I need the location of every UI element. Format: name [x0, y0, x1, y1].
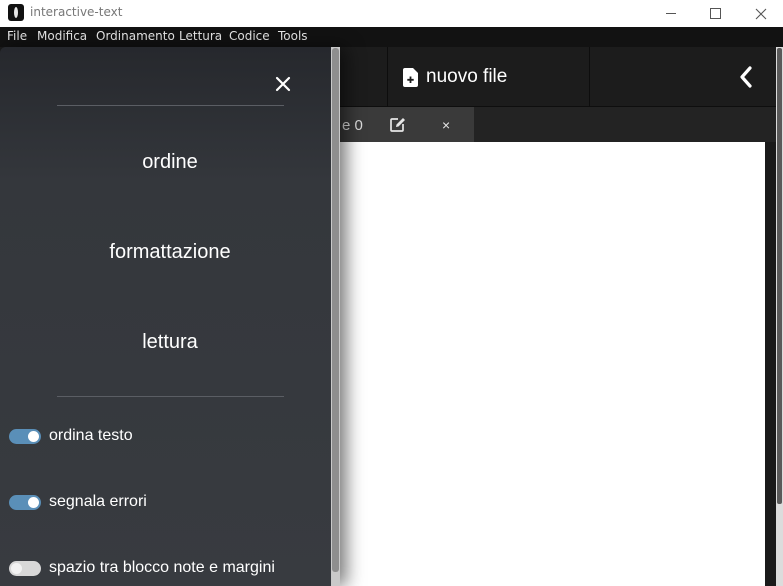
- title-bar: interactive-text: [0, 0, 783, 27]
- menu-bar: File Modifica Ordinamento Lettura Codice…: [0, 27, 783, 47]
- toggle-row-segnala-errori: segnala errori: [9, 492, 147, 512]
- tab-close-button[interactable]: ×: [442, 117, 450, 133]
- panel-close-button[interactable]: [273, 74, 293, 94]
- menu-file[interactable]: File: [7, 29, 27, 43]
- menu-modifica[interactable]: Modifica: [37, 29, 87, 43]
- toggle-row-ordina-testo: ordina testo: [9, 426, 133, 446]
- toggle-knob: [28, 430, 39, 442]
- main-scrollbar-thumb[interactable]: [777, 48, 782, 504]
- close-icon: [755, 8, 767, 19]
- text-editor[interactable]: [334, 142, 765, 586]
- app-window: interactive-text File Modifica Ordinamen…: [0, 0, 783, 586]
- ordina-testo-toggle[interactable]: [9, 428, 41, 444]
- tab-label: e 0: [342, 117, 363, 134]
- back-button[interactable]: [734, 64, 758, 90]
- chevron-left-icon: [740, 66, 752, 88]
- minimize-icon: [665, 13, 676, 14]
- spazio-margini-label: spazio tra blocco note e margini: [49, 559, 275, 576]
- panel-scrollbar-thumb[interactable]: [332, 48, 339, 572]
- menu-ordinamento[interactable]: Ordinamento: [96, 29, 175, 43]
- tab-rename-button[interactable]: [390, 117, 406, 137]
- file-plus-icon: [403, 67, 418, 87]
- section-lettura[interactable]: lettura: [0, 331, 340, 354]
- window-title: interactive-text: [30, 5, 123, 19]
- toolbar-divider: [589, 47, 590, 107]
- menu-lettura[interactable]: Lettura: [179, 29, 222, 43]
- section-ordine[interactable]: ordine: [0, 151, 340, 174]
- minimize-button[interactable]: [648, 0, 694, 27]
- edit-icon: [390, 118, 405, 132]
- panel-divider: [57, 396, 284, 397]
- menu-tools[interactable]: Tools: [278, 29, 308, 43]
- new-file-button[interactable]: nuovo file: [403, 66, 507, 88]
- ordina-testo-label: ordina testo: [49, 427, 133, 444]
- section-formattazione[interactable]: formattazione: [0, 241, 340, 264]
- segnala-errori-label: segnala errori: [49, 493, 147, 510]
- menu-codice[interactable]: Codice: [229, 29, 270, 43]
- tab-file[interactable]: e 0 ×: [334, 107, 474, 142]
- spazio-margini-toggle[interactable]: [9, 560, 41, 576]
- app-logo-icon: [8, 4, 24, 21]
- segnala-errori-toggle[interactable]: [9, 494, 41, 510]
- window-close-button[interactable]: [738, 0, 783, 27]
- editor-margin: [765, 142, 776, 586]
- toggle-knob: [11, 562, 22, 574]
- panel-divider: [57, 105, 284, 106]
- toggle-row-spazio-margini: spazio tra blocco note e margini: [9, 558, 275, 578]
- maximize-icon: [709, 8, 721, 19]
- close-icon: [275, 76, 291, 92]
- new-file-label: nuovo file: [426, 66, 508, 87]
- toggle-knob: [28, 496, 39, 508]
- maximize-button[interactable]: [692, 0, 738, 27]
- toolbar-divider: [387, 47, 388, 107]
